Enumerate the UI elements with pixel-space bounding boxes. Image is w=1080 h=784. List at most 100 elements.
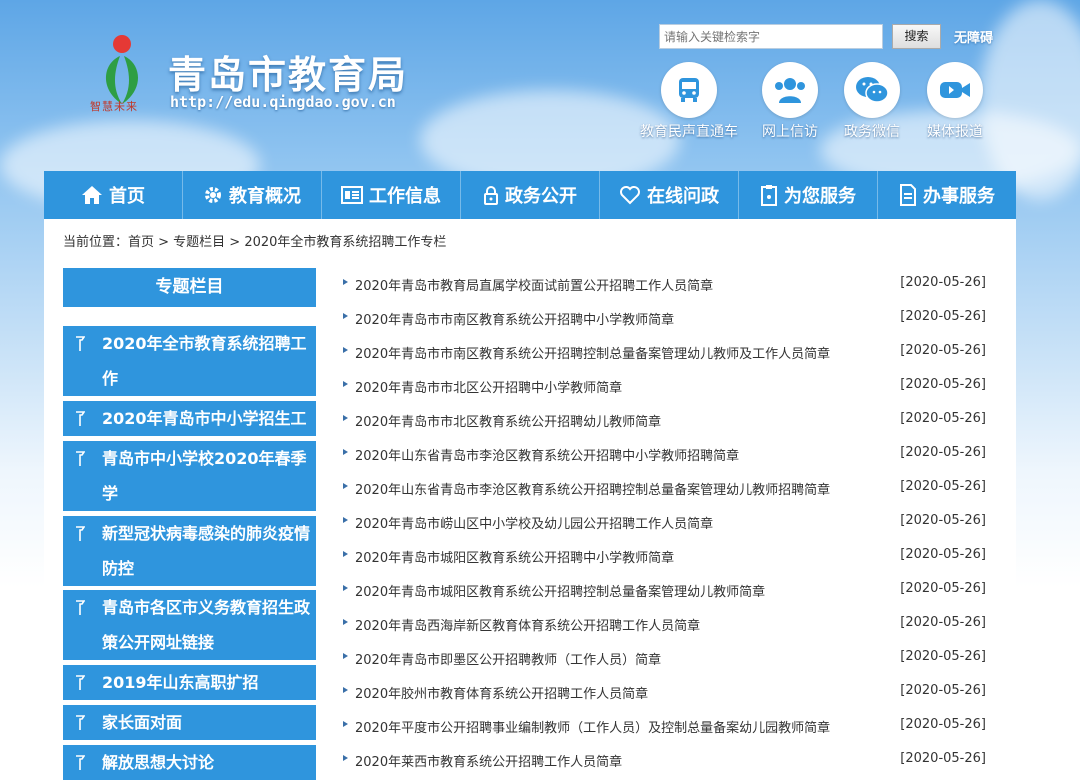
news-date: [2020-05-26]: [900, 309, 986, 324]
nav-overview[interactable]: 教育概况: [183, 171, 322, 219]
sidebar-item[interactable]: 青岛市中小学校2020年春季学期开学工作指南: [63, 441, 316, 538]
bullet-arrow-icon: [343, 619, 348, 625]
news-date: [2020-05-26]: [900, 547, 986, 562]
news-title[interactable]: 2020年青岛市市南区教育系统公开招聘控制总量备案管理幼儿教师及工作人员简章: [355, 343, 830, 362]
nav-label: 政务公开: [505, 186, 577, 207]
news-title[interactable]: 2020年青岛市教育局直属学校面试前置公开招聘工作人员简章: [355, 275, 713, 294]
news-title[interactable]: 2020年山东省青岛市李沧区教育系统公开招聘中小学教师招聘简章: [355, 445, 739, 464]
news-title[interactable]: 2020年青岛市市北区教育系统公开招聘幼儿教师简章: [355, 411, 661, 430]
news-title[interactable]: 2020年青岛市市南区教育系统公开招聘中小学教师简章: [355, 309, 674, 328]
news-item[interactable]: 2020年青岛市城阳区教育系统公开招聘中小学教师简章 [2020-05-26]: [343, 543, 986, 567]
news-date: [2020-05-26]: [900, 751, 986, 766]
main-nav: 首页 教育概况 工作信息 政务公开 在线问政 为您服务 办事服务: [44, 171, 1016, 219]
wechat-icon: [856, 77, 889, 103]
nav-work-info[interactable]: 工作信息: [322, 171, 461, 219]
bus-icon: [679, 78, 699, 102]
news-date: [2020-05-26]: [900, 411, 986, 426]
pin-icon: [76, 675, 85, 690]
bullet-arrow-icon: [343, 313, 348, 319]
news-date: [2020-05-26]: [900, 581, 986, 596]
nav-home[interactable]: 首页: [44, 171, 183, 219]
nav-label: 为您服务: [784, 186, 856, 207]
site-title[interactable]: 青岛市教育局: [168, 44, 408, 99]
pin-icon: [76, 755, 85, 770]
news-date: [2020-05-26]: [900, 683, 986, 698]
sidebar-item[interactable]: 2019年山东高职扩招: [63, 665, 316, 700]
nav-label: 工作信息: [369, 186, 441, 207]
lock-icon: [484, 186, 498, 205]
news-item[interactable]: 2020年青岛市城阳区教育系统公开招聘控制总量备案管理幼儿教师简章 [2020-0…: [343, 577, 986, 601]
quick-link-label: 教育民声直通车: [640, 124, 738, 140]
nav-services[interactable]: 为您服务: [739, 171, 878, 219]
nav-label: 在线问政: [647, 186, 719, 207]
quick-link-hotline[interactable]: 教育民声直通车: [639, 62, 739, 141]
sidebar-item-label: 2019年山东高职扩招: [102, 673, 259, 692]
pin-icon: [76, 451, 85, 466]
news-title[interactable]: 2020年平度市公开招聘事业编制教师（工作人员）及控制总量备案幼儿园教师简章: [355, 717, 830, 736]
nav-gov-affairs[interactable]: 政务公开: [461, 171, 600, 219]
bullet-arrow-icon: [343, 449, 348, 455]
nav-label: 教育概况: [229, 186, 301, 207]
bullet-arrow-icon: [343, 517, 348, 523]
nav-online-inquiry[interactable]: 在线问政: [600, 171, 739, 219]
news-item[interactable]: 2020年青岛市市南区教育系统公开招聘中小学教师简章 [2020-05-26]: [343, 305, 986, 329]
news-item[interactable]: 2020年青岛市崂山区中小学校及幼儿园公开招聘工作人员简章 [2020-05-26…: [343, 509, 986, 533]
pin-icon: [76, 411, 85, 426]
quick-link-media[interactable]: 媒体报道: [905, 62, 1005, 141]
nav-label: 办事服务: [923, 186, 995, 207]
news-title[interactable]: 2020年山东省青岛市李沧区教育系统公开招聘控制总量备案管理幼儿教师招聘简章: [355, 479, 830, 498]
news-date: [2020-05-26]: [900, 717, 986, 732]
sidebar-item-label: 防控: [102, 559, 135, 578]
news-item[interactable]: 2020年胶州市教育体育系统公开招聘工作人员简章 [2020-05-26]: [343, 679, 986, 703]
news-item[interactable]: 2020年莱西市教育系统公开招聘工作人员简章 [2020-05-26]: [343, 747, 986, 771]
site-url: http://edu.qingdao.gov.cn: [170, 93, 396, 111]
news-item[interactable]: 2020年青岛市市北区教育系统公开招聘幼儿教师简章 [2020-05-26]: [343, 407, 986, 431]
gear-icon: [205, 187, 221, 203]
bullet-arrow-icon: [343, 585, 348, 591]
news-date: [2020-05-26]: [900, 615, 986, 630]
news-item[interactable]: 2020年平度市公开招聘事业编制教师（工作人员）及控制总量备案幼儿园教师简章 [2…: [343, 713, 986, 737]
sidebar-item[interactable]: 家长面对面: [63, 705, 316, 740]
clipboard-icon: [761, 185, 777, 206]
document-list-icon: [341, 186, 363, 204]
bullet-arrow-icon: [343, 755, 348, 761]
news-date: [2020-05-26]: [900, 343, 986, 358]
news-item[interactable]: 2020年青岛市市北区公开招聘中小学教师简章 [2020-05-26]: [343, 373, 986, 397]
search-button[interactable]: 搜索: [892, 24, 941, 49]
news-item[interactable]: 2020年青岛西海岸新区教育体育系统公开招聘工作人员简章 [2020-05-26]: [343, 611, 986, 635]
sidebar-item[interactable]: 青岛市各区市义务教育招生政 策公开网址链接: [63, 590, 316, 660]
bullet-arrow-icon: [343, 721, 348, 727]
news-title[interactable]: 2020年胶州市教育体育系统公开招聘工作人员简章: [355, 683, 648, 702]
news-title[interactable]: 2020年青岛市城阳区教育系统公开招聘控制总量备案管理幼儿教师简章: [355, 581, 765, 600]
sidebar-item-label: 新型冠状病毒感染的肺炎疫情: [102, 524, 311, 543]
news-item[interactable]: 2020年青岛市市南区教育系统公开招聘控制总量备案管理幼儿教师及工作人员简章 [2…: [343, 339, 986, 363]
bullet-arrow-icon: [343, 687, 348, 693]
news-date: [2020-05-26]: [900, 649, 986, 664]
news-item[interactable]: 2020年青岛市教育局直属学校面试前置公开招聘工作人员简章 [2020-05-26…: [343, 271, 986, 295]
news-title[interactable]: 2020年青岛市城阳区教育系统公开招聘中小学教师简章: [355, 547, 674, 566]
nav-handling-services[interactable]: 办事服务: [878, 171, 1016, 219]
quick-link-label: 媒体报道: [927, 124, 983, 140]
bullet-arrow-icon: [343, 653, 348, 659]
news-title[interactable]: 2020年莱西市教育系统公开招聘工作人员简章: [355, 751, 622, 770]
search-input[interactable]: [659, 24, 883, 49]
news-item[interactable]: 2020年山东省青岛市李沧区教育系统公开招聘中小学教师招聘简章 [2020-05-…: [343, 441, 986, 465]
news-title[interactable]: 2020年青岛西海岸新区教育体育系统公开招聘工作人员简章: [355, 615, 700, 634]
pin-icon: [76, 526, 85, 541]
site-header: 智慧未来 青岛市教育局 http://edu.qingdao.gov.cn 搜索…: [0, 0, 1080, 170]
news-title[interactable]: 2020年青岛市崂山区中小学校及幼儿园公开招聘工作人员简章: [355, 513, 713, 532]
accessibility-link[interactable]: 无障碍: [954, 27, 993, 46]
news-date: [2020-05-26]: [900, 445, 986, 460]
people-icon: [775, 78, 805, 103]
news-item[interactable]: 2020年青岛市即墨区公开招聘教师（工作人员）简章 [2020-05-26]: [343, 645, 986, 669]
sidebar-item[interactable]: 新型冠状病毒感染的肺炎疫情 防控: [63, 516, 316, 586]
pin-icon: [76, 600, 85, 615]
news-title[interactable]: 2020年青岛市即墨区公开招聘教师（工作人员）简章: [355, 649, 661, 668]
sidebar-item[interactable]: 解放思想大讨论: [63, 745, 316, 780]
news-title[interactable]: 2020年青岛市市北区公开招聘中小学教师简章: [355, 377, 622, 396]
news-item[interactable]: 2020年山东省青岛市李沧区教育系统公开招聘控制总量备案管理幼儿教师招聘简章 [2…: [343, 475, 986, 499]
sidebar-item[interactable]: 2020年青岛市中小学招生工作: [63, 401, 316, 463]
bullet-arrow-icon: [343, 551, 348, 557]
sidebar-item[interactable]: 2020年全市教育系统招聘工作专栏: [63, 326, 316, 423]
bullet-arrow-icon: [343, 415, 348, 421]
